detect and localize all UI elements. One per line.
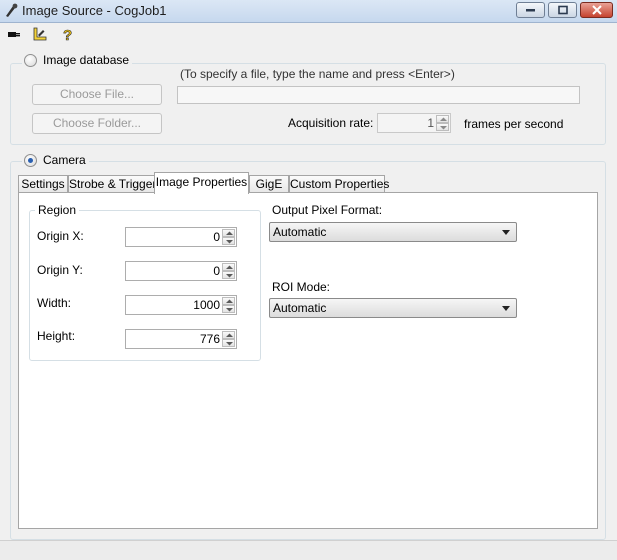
file-hint: (To specify a file, type the name and pr… — [180, 67, 455, 81]
origin-x-spin-buttons[interactable] — [222, 229, 235, 245]
window-title: Image Source - CogJob1 — [22, 3, 167, 18]
spin-up-icon[interactable] — [222, 229, 235, 237]
chevron-down-icon — [502, 230, 510, 235]
close-icon — [591, 5, 602, 15]
camera-option[interactable]: Camera — [22, 153, 89, 169]
spin-down-icon[interactable] — [222, 305, 235, 313]
output-pixel-format-select[interactable]: Automatic — [269, 222, 517, 242]
choose-file-button[interactable]: Choose File... — [32, 84, 162, 105]
app-icon — [4, 3, 19, 21]
roi-mode-value: Automatic — [273, 301, 327, 315]
choose-folder-button[interactable]: Choose Folder... — [32, 113, 162, 134]
origin-x-stepper[interactable]: 0 — [125, 227, 237, 247]
tab-gige[interactable]: GigE — [249, 175, 289, 193]
status-bar — [0, 540, 617, 560]
help-question-icon[interactable]: ? — [60, 26, 76, 45]
close-button[interactable] — [580, 2, 613, 18]
origin-x-value: 0 — [213, 230, 220, 244]
height-value: 776 — [199, 332, 220, 346]
image-database-option[interactable]: Image database — [22, 53, 133, 69]
acquisition-rate-spin-buttons[interactable] — [436, 115, 449, 131]
spin-down-icon[interactable] — [222, 237, 235, 245]
roi-mode-select[interactable]: Automatic — [269, 298, 517, 318]
tab-strobe-trigger[interactable]: Strobe & Trigger — [68, 175, 156, 193]
width-value: 1000 — [193, 298, 220, 312]
camera-label: Camera — [40, 153, 89, 167]
title-bar: Image Source - CogJob1 — [0, 0, 617, 23]
acquisition-rate-stepper[interactable]: 1 — [377, 113, 451, 133]
tab-image-properties[interactable]: Image Properties — [154, 172, 249, 194]
file-path-input[interactable] — [177, 86, 580, 104]
output-pixel-format-value: Automatic — [273, 225, 327, 239]
tab-custom-properties[interactable]: Custom Properties — [289, 175, 389, 193]
origin-y-label: Origin Y: — [37, 263, 83, 277]
spin-down-icon[interactable] — [222, 339, 235, 347]
output-pixel-format-label: Output Pixel Format: — [272, 203, 383, 217]
spin-down-icon[interactable] — [222, 271, 235, 279]
ruler-pencil-icon[interactable] — [32, 26, 48, 42]
spin-up-icon[interactable] — [222, 331, 235, 339]
origin-y-stepper[interactable]: 0 — [125, 261, 237, 281]
spin-down-icon[interactable] — [436, 123, 449, 131]
height-spin-buttons[interactable] — [222, 331, 235, 347]
minimize-icon — [525, 9, 535, 12]
frames-unit-label: frames per second — [464, 117, 564, 131]
acquisition-rate-value: 1 — [427, 116, 434, 130]
camera-radio[interactable] — [24, 154, 37, 167]
minimize-button[interactable] — [516, 2, 545, 18]
image-database-label: Image database — [40, 53, 133, 67]
image-database-radio[interactable] — [24, 54, 37, 67]
roi-mode-label: ROI Mode: — [272, 280, 331, 294]
spin-up-icon[interactable] — [222, 297, 235, 305]
region-title: Region — [35, 203, 80, 217]
tab-settings[interactable]: Settings — [18, 175, 68, 193]
width-spin-buttons[interactable] — [222, 297, 235, 313]
svg-text:?: ? — [63, 27, 72, 42]
restore-icon — [557, 5, 568, 15]
maximize-button[interactable] — [548, 2, 577, 18]
acquisition-rate-label: Acquisition rate: — [288, 116, 374, 130]
height-stepper[interactable]: 776 — [125, 329, 237, 349]
height-label: Height: — [37, 329, 76, 343]
plug-icon[interactable] — [6, 26, 22, 42]
chevron-down-icon — [502, 306, 510, 311]
spin-up-icon[interactable] — [222, 263, 235, 271]
origin-y-spin-buttons[interactable] — [222, 263, 235, 279]
origin-y-value: 0 — [213, 264, 220, 278]
origin-x-label: Origin X: — [37, 229, 84, 243]
image-properties-panel: Region Origin X: 0 Origin Y: 0 Width: 10… — [18, 192, 598, 529]
spin-up-icon[interactable] — [436, 115, 449, 123]
width-label: Width: — [37, 296, 72, 310]
width-stepper[interactable]: 1000 — [125, 295, 237, 315]
